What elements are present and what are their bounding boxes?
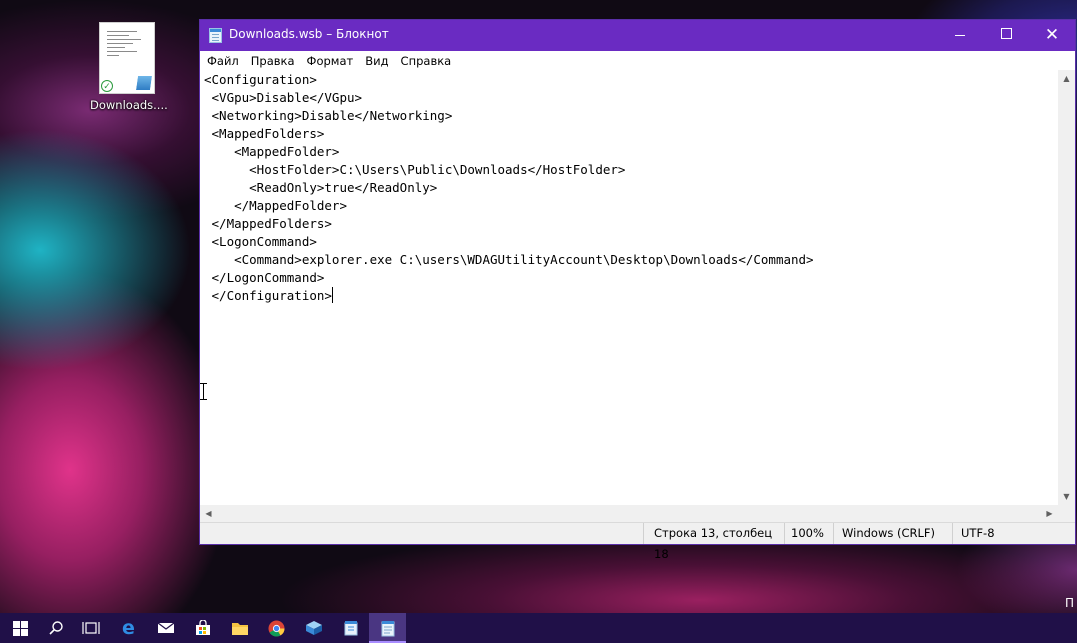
editor-line: </Configuration> xyxy=(204,288,332,303)
sandbox-app-icon xyxy=(134,75,154,91)
desktop-icon-downloads-wsb[interactable]: ✓ Downloads.... xyxy=(90,22,168,112)
notepad-taskbar-button[interactable] xyxy=(369,613,406,643)
store-icon xyxy=(195,620,210,635)
notepad-icon xyxy=(209,28,222,43)
status-bar: Строка 13, столбец 18 100% Windows (CRLF… xyxy=(200,522,1076,561)
maximize-button[interactable] xyxy=(983,20,1029,51)
edge-icon: e xyxy=(122,616,135,639)
editor-line: </LogonCommand> xyxy=(204,270,325,285)
start-button[interactable] xyxy=(2,613,39,643)
taskbar: e xyxy=(0,613,1077,643)
menu-view[interactable]: Вид xyxy=(359,51,394,69)
chrome-icon xyxy=(268,620,285,636)
scrollbar-corner xyxy=(1058,505,1075,522)
mail-icon xyxy=(157,622,174,633)
menu-format[interactable]: Формат xyxy=(301,51,360,69)
editor-content[interactable]: <Configuration> <VGpu>Disable</VGpu> <Ne… xyxy=(200,70,1058,305)
task-view-icon xyxy=(81,622,100,634)
menu-edit[interactable]: Правка xyxy=(245,51,301,69)
scroll-down-icon[interactable]: ▼ xyxy=(1058,488,1075,505)
desktop-corner-text: П xyxy=(1064,596,1074,610)
text-caret xyxy=(331,287,333,303)
chrome-taskbar-button[interactable] xyxy=(258,613,295,643)
menu-bar: Файл Правка Формат Вид Справка xyxy=(200,51,1075,70)
file-thumbnail: ✓ xyxy=(99,22,155,94)
editor-line: <Command>explorer.exe C:\users\WDAGUtili… xyxy=(204,252,814,267)
editor-line: <Networking>Disable</Networking> xyxy=(204,108,453,123)
horizontal-scrollbar[interactable]: ◀ ▶ xyxy=(200,505,1058,522)
scroll-left-icon[interactable]: ◀ xyxy=(200,505,217,522)
sync-check-icon: ✓ xyxy=(101,80,113,92)
edge-taskbar-button[interactable]: e xyxy=(110,613,147,643)
editor-line: </MappedFolders> xyxy=(204,216,332,231)
ibeam-cursor-icon xyxy=(199,383,208,400)
folder-icon xyxy=(231,622,248,635)
editor-line: </MappedFolder> xyxy=(204,198,347,213)
title-bar[interactable]: Downloads.wsb – Блокнот ✕ xyxy=(200,20,1075,51)
window-title: Downloads.wsb – Блокнот xyxy=(229,27,389,41)
editor-line: <MappedFolder> xyxy=(204,144,340,159)
close-button[interactable]: ✕ xyxy=(1029,20,1075,51)
status-line-ending: Windows (CRLF) xyxy=(833,523,952,544)
vertical-scrollbar[interactable]: ▲ ▼ xyxy=(1058,70,1075,505)
task-view-button[interactable] xyxy=(72,613,109,643)
minimize-button[interactable] xyxy=(937,20,983,51)
windows-logo-icon xyxy=(13,620,28,636)
notes-app-icon xyxy=(344,621,357,636)
notepad-window: Downloads.wsb – Блокнот ✕ Файл Правка Форм… xyxy=(199,19,1076,561)
store-taskbar-button[interactable] xyxy=(184,613,221,643)
status-encoding: UTF-8 xyxy=(952,523,1076,544)
sandbox-taskbar-button[interactable] xyxy=(295,613,332,643)
desktop-icon-label: Downloads.... xyxy=(90,98,168,112)
editor-line: <VGpu>Disable</VGpu> xyxy=(204,90,363,105)
close-icon: ✕ xyxy=(1044,25,1060,45)
editor-line: <HostFolder>C:\Users\Public\Downloads</H… xyxy=(204,162,626,177)
notepad-icon xyxy=(381,620,394,636)
status-zoom: 100% xyxy=(784,523,833,544)
scroll-up-icon[interactable]: ▲ xyxy=(1058,70,1075,87)
editor-line: <LogonCommand> xyxy=(204,234,317,249)
search-icon xyxy=(48,621,63,635)
maximize-icon xyxy=(1000,28,1012,39)
editor-line: <Configuration> xyxy=(204,72,317,87)
notes-taskbar-button[interactable] xyxy=(332,613,369,643)
status-cursor-position: Строка 13, столбец 18 xyxy=(643,523,784,561)
editor-line: <ReadOnly>true</ReadOnly> xyxy=(204,180,438,195)
menu-help[interactable]: Справка xyxy=(395,51,458,69)
editor-line: <MappedFolders> xyxy=(204,126,325,141)
text-editor[interactable]: <Configuration> <VGpu>Disable</VGpu> <Ne… xyxy=(200,70,1058,505)
minimize-icon xyxy=(955,34,965,36)
mail-taskbar-button[interactable] xyxy=(147,613,184,643)
menu-file[interactable]: Файл xyxy=(200,51,245,69)
windows-sandbox-icon xyxy=(305,621,322,635)
explorer-taskbar-button[interactable] xyxy=(221,613,258,643)
scroll-right-icon[interactable]: ▶ xyxy=(1041,505,1058,522)
search-button[interactable] xyxy=(37,613,74,643)
